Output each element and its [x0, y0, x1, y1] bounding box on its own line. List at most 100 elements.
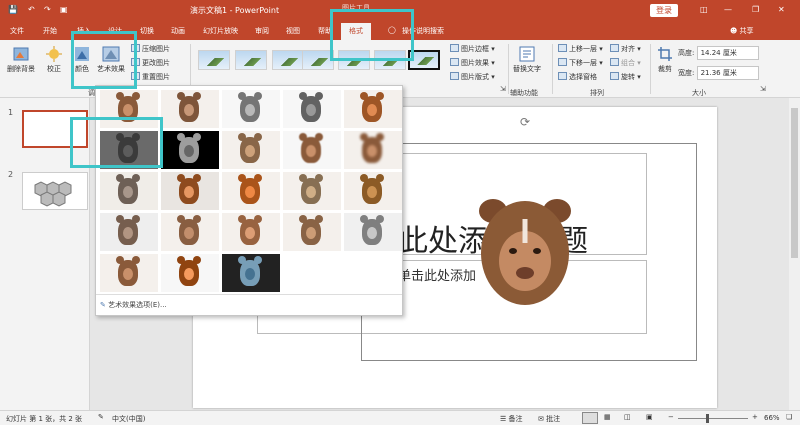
picture-effects-button[interactable]: 图片效果 ▾	[450, 58, 495, 68]
rotate-icon	[610, 72, 619, 80]
artistic-effect-option[interactable]	[222, 131, 280, 169]
artistic-effect-option[interactable]	[344, 172, 402, 210]
tab-animations[interactable]: 动画	[171, 26, 185, 36]
spelling-icon[interactable]: ✎	[98, 413, 104, 421]
slide-thumbnail-2[interactable]	[22, 172, 88, 210]
artistic-effect-option[interactable]	[222, 254, 280, 292]
artistic-effect-option[interactable]	[100, 172, 158, 210]
tab-transitions[interactable]: 切换	[140, 26, 154, 36]
artistic-effect-option[interactable]	[283, 131, 341, 169]
picture-style-2[interactable]	[235, 50, 267, 70]
normal-view-icon[interactable]	[582, 412, 598, 424]
status-bar: 幻灯片 第 1 张，共 2 张 ✎ 中文(中国) ☰ 备注 ✉ 批注 ▦ ◫ ▣…	[0, 410, 800, 425]
present-icon[interactable]: ▣	[60, 5, 68, 14]
artistic-effect-option[interactable]	[222, 90, 280, 128]
corrections-button[interactable]: 校正	[42, 46, 66, 74]
crop-label: 裁剪	[658, 65, 672, 73]
minimize-icon[interactable]: —	[724, 5, 732, 14]
artistic-effect-option[interactable]	[344, 131, 402, 169]
group-button[interactable]: 组合 ▾	[610, 58, 641, 68]
divider	[96, 294, 402, 295]
zoom-slider[interactable]	[678, 414, 748, 423]
corrections-label: 校正	[47, 65, 61, 73]
zoom-in-icon[interactable]: +	[752, 413, 758, 421]
vertical-scrollbar[interactable]	[789, 98, 800, 410]
close-icon[interactable]: ✕	[778, 5, 785, 14]
width-input[interactable]: 21.36 厘米	[696, 66, 759, 80]
align-button[interactable]: 对齐 ▾	[610, 44, 641, 54]
artistic-effect-option[interactable]	[161, 254, 219, 292]
tab-review[interactable]: 审阅	[255, 26, 269, 36]
artistic-effect-option[interactable]	[344, 90, 402, 128]
slideshow-icon[interactable]: ▣	[646, 413, 653, 421]
alt-text-button[interactable]: 替换文字	[513, 46, 541, 74]
reading-view-icon[interactable]: ◫	[624, 413, 631, 421]
picture-border-button[interactable]: 图片边框 ▾	[450, 44, 495, 54]
artistic-effect-option[interactable]	[283, 90, 341, 128]
effect-preview-face	[245, 186, 255, 198]
tab-home[interactable]: 开始	[43, 26, 57, 36]
zoom-slider-handle[interactable]	[706, 414, 709, 423]
undo-icon[interactable]: ↶	[28, 5, 35, 14]
height-input[interactable]: 14.24 厘米	[696, 46, 759, 60]
tab-slideshow[interactable]: 幻灯片放映	[203, 26, 238, 36]
rotate-handle-icon[interactable]: ⟳	[520, 115, 530, 129]
send-backward-button[interactable]: 下移一层 ▾	[558, 58, 603, 68]
artistic-effect-option[interactable]	[100, 213, 158, 251]
size-group-label: 大小	[692, 89, 706, 97]
options-icon: ✎	[100, 301, 106, 309]
crop-icon	[658, 47, 672, 61]
effect-preview-face	[306, 145, 316, 157]
effect-preview-face	[123, 227, 133, 239]
zoom-out-icon[interactable]: −	[668, 413, 674, 421]
zoom-level[interactable]: 66%	[764, 414, 780, 422]
slide-sorter-icon[interactable]: ▦	[604, 413, 611, 421]
bring-forward-button[interactable]: 上移一层 ▾	[558, 44, 603, 54]
comments-button[interactable]: ✉ 批注	[538, 414, 560, 424]
save-icon[interactable]: 💾	[8, 5, 18, 14]
tab-view[interactable]: 视图	[286, 26, 300, 36]
artistic-effect-option[interactable]	[161, 172, 219, 210]
notes-button[interactable]: ☰ 备注	[500, 414, 523, 424]
picture-style-3[interactable]	[272, 50, 304, 70]
bring-forward-label: 上移一层	[569, 45, 597, 53]
picture-border-icon	[450, 44, 459, 52]
effect-preview-face	[367, 227, 377, 239]
effect-preview-face	[306, 104, 316, 116]
artistic-effects-highlight	[71, 31, 137, 89]
scrollbar-thumb[interactable]	[791, 108, 798, 258]
picture-style-1[interactable]	[198, 50, 230, 70]
artistic-effect-option[interactable]	[222, 172, 280, 210]
corrections-icon	[46, 46, 62, 62]
language-indicator[interactable]: 中文(中国)	[112, 414, 145, 424]
dog-bear-picture[interactable]	[473, 193, 577, 309]
artistic-effect-option[interactable]	[283, 172, 341, 210]
artistic-effect-option[interactable]	[100, 254, 158, 292]
artistic-effect-option[interactable]	[161, 213, 219, 251]
share-button[interactable]: ☻ 共享	[730, 26, 754, 36]
picture-effects-label: 图片效果	[461, 59, 489, 67]
remove-background-icon	[13, 47, 29, 61]
redo-icon[interactable]: ↷	[44, 5, 51, 14]
align-label: 对齐	[621, 45, 635, 53]
artistic-effect-option[interactable]	[161, 90, 219, 128]
restore-icon[interactable]: ❐	[752, 5, 759, 14]
fit-slide-icon[interactable]: ❏	[786, 413, 792, 421]
rotate-button[interactable]: 旋转 ▾	[610, 72, 641, 82]
login-button[interactable]: 登录	[650, 4, 678, 17]
size-dialog-launcher-icon[interactable]: ⇲	[760, 85, 766, 93]
artistic-effect-option[interactable]	[344, 213, 402, 251]
ribbon-display-icon[interactable]: ◫	[700, 5, 708, 14]
selection-pane-button[interactable]: 选择窗格	[558, 72, 597, 82]
artistic-effect-option[interactable]	[161, 131, 219, 169]
artistic-effect-option[interactable]	[222, 213, 280, 251]
effect-preview-face	[245, 145, 255, 157]
height-control: 高度: 14.24 厘米	[678, 46, 759, 60]
artistic-effect-option[interactable]	[283, 213, 341, 251]
crop-button[interactable]: 裁剪	[654, 46, 676, 74]
remove-background-button[interactable]: 删除背景	[4, 46, 38, 74]
artistic-effects-options-button[interactable]: ✎ 艺术效果选项(E)...	[100, 300, 167, 310]
tab-file[interactable]: 文件	[10, 26, 24, 36]
picture-layout-button[interactable]: 图片版式 ▾	[450, 72, 495, 82]
dialog-launcher-icon[interactable]: ⇲	[500, 85, 506, 93]
